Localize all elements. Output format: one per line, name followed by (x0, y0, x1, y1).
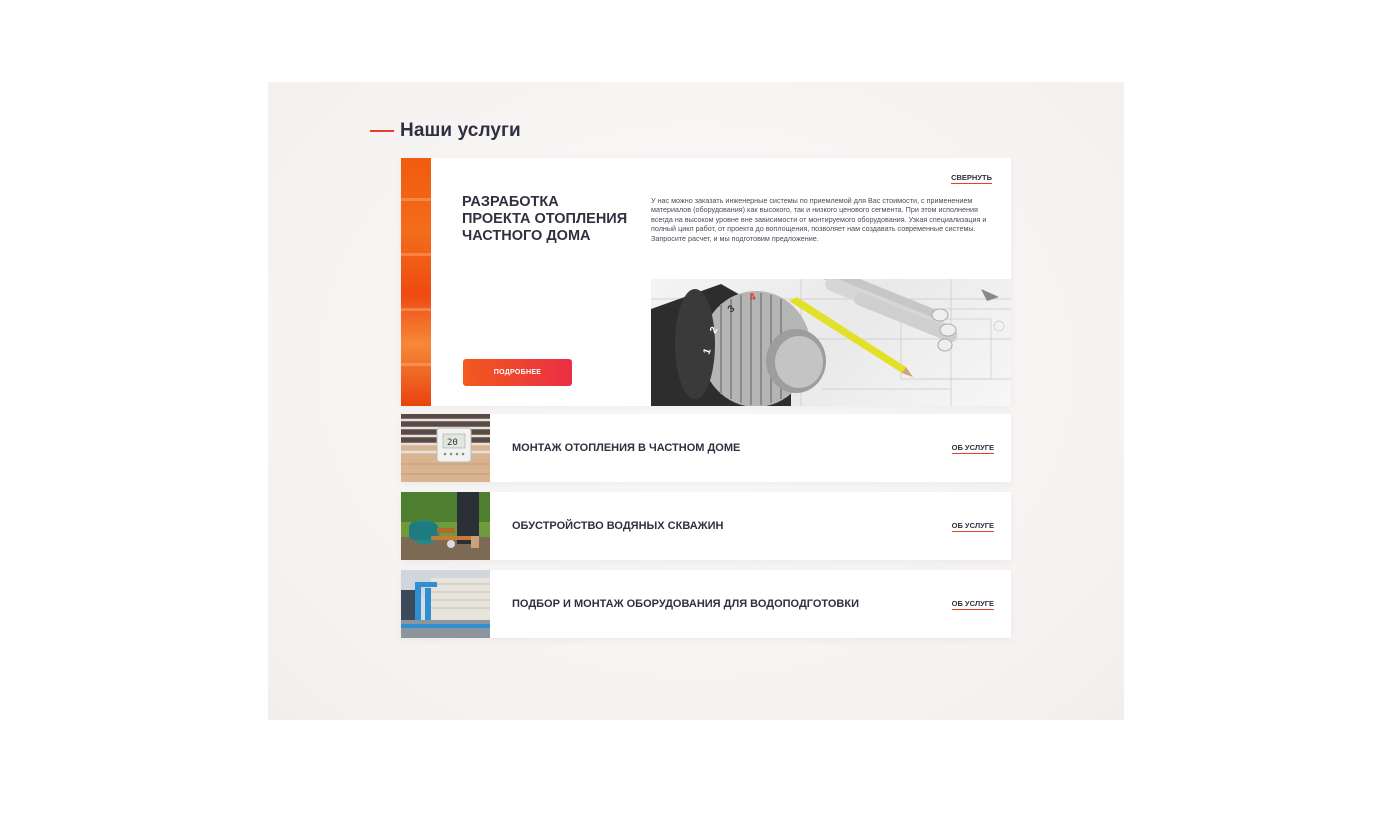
featured-service-card: Разработка проекта отопления частного до… (401, 158, 1011, 406)
radiator-thermostat-illustration: 1 2 3 4 (651, 279, 1011, 406)
collapse-link[interactable]: СВЕРНУТЬ (951, 173, 992, 184)
about-service-link[interactable]: ОБ УСЛУГЕ (951, 443, 994, 454)
service-row[interactable]: 20 Монтаж отопления в частном доме ОБ УС… (401, 414, 1011, 482)
service-title: Обустройство водяных скважин (512, 520, 724, 532)
floor-heating-thermostat-image: 20 (401, 414, 490, 482)
about-service-link[interactable]: ОБ УСЛУГЕ (951, 599, 994, 610)
section-header: Наши услуги (370, 118, 521, 144)
thermostat-display-value: 20 (447, 438, 458, 448)
orange-pipes-strip-image (401, 158, 431, 406)
service-title: Монтаж отопления в частном доме (512, 442, 741, 454)
water-pump-image (401, 492, 490, 560)
more-details-button[interactable]: ПОДРОБНЕЕ (463, 359, 572, 386)
section-accent-dash (370, 130, 394, 132)
featured-service-title: Разработка проекта отопления частного до… (462, 194, 628, 244)
featured-service-description: У нас можно заказать инженерные системы … (651, 196, 987, 243)
service-row[interactable]: Подбор и монтаж оборудования для водопод… (401, 570, 1011, 638)
service-title: Подбор и монтаж оборудования для водопод… (512, 598, 859, 610)
section-title: Наши услуги (400, 120, 521, 141)
service-row[interactable]: Обустройство водяных скважин ОБ УСЛУГЕ (401, 492, 1011, 560)
about-service-link[interactable]: ОБ УСЛУГЕ (951, 521, 994, 532)
water-treatment-pipes-image (401, 570, 490, 638)
radiator-thermostat-image: 1 2 3 4 (651, 279, 1011, 406)
